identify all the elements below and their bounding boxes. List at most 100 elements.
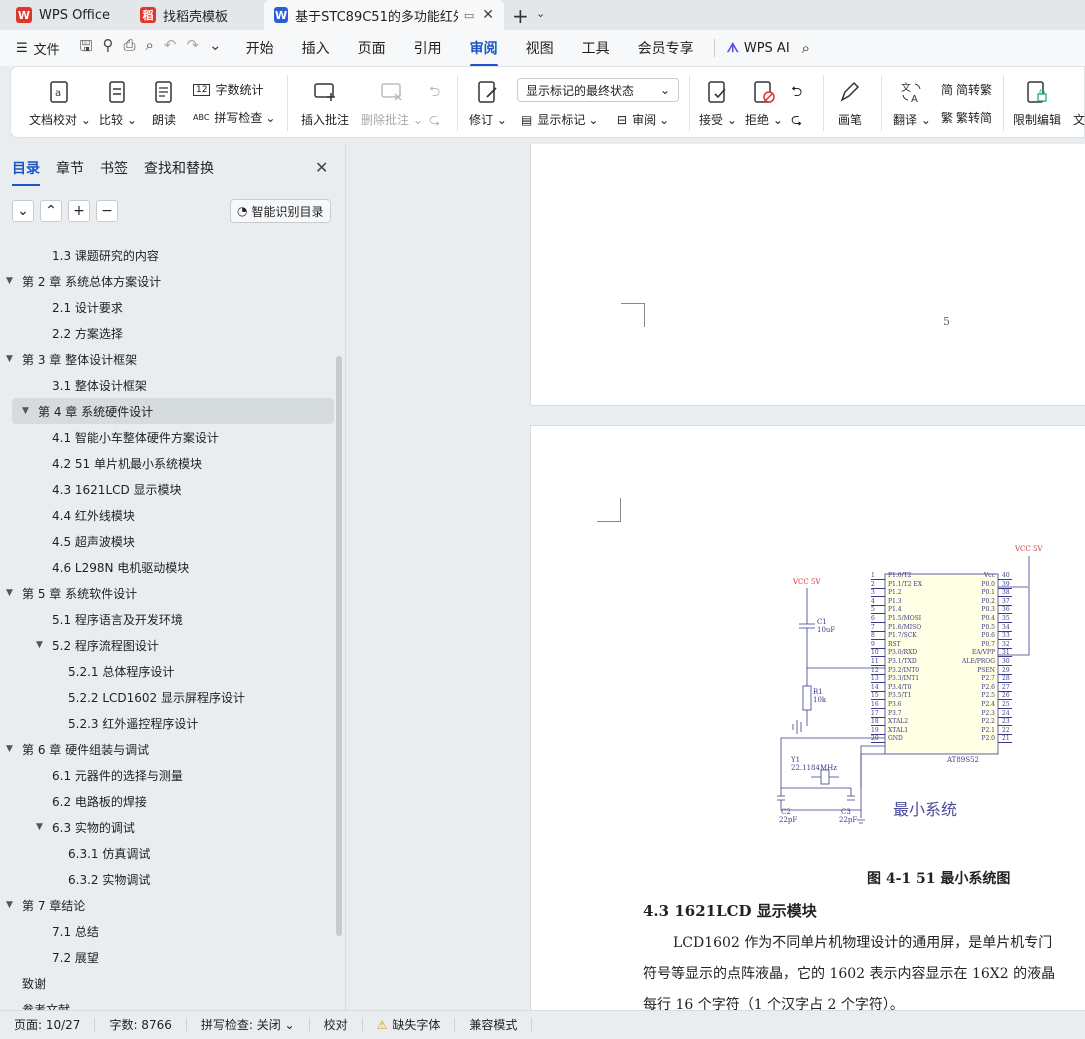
file-menu[interactable]: ☰ 文件 (0, 39, 70, 58)
menu-home[interactable]: 开始 (232, 38, 288, 58)
tab-document[interactable]: W 基于STC89C51的多功能红外遥 ▭ ✕ (264, 0, 504, 30)
accept-button[interactable]: 接受 ⌄ (699, 79, 737, 128)
page-indicator[interactable]: 页面: 10/27 (0, 1018, 96, 1032)
tab-wps-office[interactable]: W WPS Office (6, 0, 122, 30)
tab-find-replace[interactable]: 查找和替换 (144, 158, 214, 186)
trad-to-simp-button[interactable]: 繁 繁转简 (941, 109, 992, 126)
toc-item[interactable]: 7.2 展望 (0, 944, 99, 970)
expand-arrow-icon[interactable]: ▼ (6, 744, 16, 754)
collapse-down-button[interactable]: ⌄ (12, 200, 34, 222)
ribbon-more-label[interactable]: 文 (1073, 111, 1085, 128)
insert-comment-button[interactable]: 插入批注 (301, 79, 349, 128)
expand-arrow-icon[interactable]: ▼ (6, 588, 16, 598)
read-aloud-button[interactable]: 朗读 (151, 79, 177, 128)
missing-font-button[interactable]: ⚠ 缺失字体 (363, 1018, 456, 1032)
menu-page[interactable]: 页面 (344, 38, 400, 58)
spell-check-button[interactable]: ABC 拼写检查 ⌄ (193, 109, 275, 126)
toc-item[interactable]: 致谢 (0, 970, 46, 996)
toc-item[interactable]: 1.3 课题研究的内容 (0, 242, 159, 268)
expand-arrow-icon[interactable]: ▼ (36, 822, 46, 832)
spell-check-status[interactable]: 拼写检查: 关闭 ⌄ (187, 1018, 310, 1032)
menu-member[interactable]: 会员专享 (624, 38, 708, 58)
save-icon[interactable]: 🖫 (80, 36, 93, 61)
toc-item[interactable]: ▼ 6.3 实物的调试 (0, 814, 135, 840)
menu-tools[interactable]: 工具 (568, 38, 624, 58)
toc-item[interactable]: ▼ 第 4 章 系统硬件设计 (12, 398, 334, 424)
toc-item[interactable]: ▼ 第 6 章 硬件组装与调试 (0, 736, 149, 762)
toc-item[interactable]: 6.1 元器件的选择与测量 (0, 762, 183, 788)
translate-button[interactable]: 文A 翻译 ⌄ (893, 79, 931, 128)
prev-comment-icon[interactable]: ⮌ (429, 81, 440, 105)
next-comment-icon[interactable]: ⮎ (429, 109, 440, 133)
menu-review[interactable]: 审阅 (456, 38, 512, 67)
share-icon[interactable]: ⚲ (102, 36, 113, 61)
toc-item[interactable]: 4.6 L298N 电机驱动模块 (0, 554, 189, 580)
proof-button[interactable]: 校对 (310, 1018, 363, 1032)
toc-item[interactable]: ▼ 第 5 章 系统软件设计 (0, 580, 137, 606)
next-change-icon[interactable]: ⮎ (791, 109, 802, 133)
undo-icon[interactable]: ↶ (164, 36, 177, 61)
toc-item[interactable]: 4.3 1621LCD 显示模块 (0, 476, 182, 502)
prev-change-icon[interactable]: ⮌ (791, 81, 802, 105)
markup-state-select[interactable]: 显示标记的最终状态 ⌄ (517, 78, 679, 102)
expand-arrow-icon[interactable]: ▼ (6, 900, 16, 910)
toc-item[interactable]: ▼ 第 7 章结论 (0, 892, 85, 918)
tab-sections[interactable]: 章节 (56, 158, 84, 186)
toc-item[interactable]: 4.4 红外线模块 (0, 502, 135, 528)
add-heading-button[interactable]: + (68, 200, 90, 222)
toc-item[interactable]: ▼ 第 2 章 系统总体方案设计 (0, 268, 161, 294)
tab-bookmarks[interactable]: 书签 (100, 158, 128, 186)
delete-comment-button[interactable]: 删除批注 ⌄ (361, 79, 423, 128)
toc-item[interactable]: 5.2.1 总体程序设计 (0, 658, 174, 684)
smart-toc-button[interactable]: ◔ 智能识别目录 (230, 199, 331, 223)
toc-item[interactable]: 2.1 设计要求 (0, 294, 123, 320)
toc-item[interactable]: 5.1 程序语言及开发环境 (0, 606, 183, 632)
compare-button[interactable]: 比较 ⌄ (99, 79, 137, 128)
toc-item[interactable]: 4.1 智能小车整体硬件方案设计 (0, 424, 219, 450)
track-changes-button[interactable]: 修订 ⌄ (469, 79, 507, 128)
print-preview-icon[interactable]: ⌕ (145, 36, 153, 61)
remove-heading-button[interactable]: − (96, 200, 118, 222)
word-count-button[interactable]: 12 字数统计 (193, 81, 263, 98)
tab-toc[interactable]: 目录 (12, 158, 40, 186)
tab-template[interactable]: 稻 找稻壳模板 (130, 0, 258, 30)
expand-arrow-icon[interactable]: ▼ (36, 640, 46, 650)
toc-item[interactable]: ▼ 5.2 程序流程图设计 (0, 632, 159, 658)
toc-item[interactable]: 5.2.3 红外遥控程序设计 (0, 710, 198, 736)
sidebar-scrollbar[interactable] (336, 356, 342, 936)
restrict-edit-button[interactable]: 限制编辑 (1013, 79, 1061, 128)
reject-button[interactable]: 拒绝 ⌄ (745, 79, 783, 128)
toc-item[interactable]: 6.3.2 实物调试 (0, 866, 150, 892)
collapse-up-button[interactable]: ⌃ (40, 200, 62, 222)
print-icon[interactable]: ⎙ (123, 36, 135, 61)
tab-list-chevron-icon[interactable]: ⌄ (536, 7, 545, 20)
menu-view[interactable]: 视图 (512, 38, 568, 58)
toc-item[interactable]: 3.1 整体设计框架 (0, 372, 147, 398)
toc-item[interactable]: 6.2 电路板的焊接 (0, 788, 147, 814)
expand-arrow-icon[interactable]: ▼ (6, 354, 16, 364)
pen-button[interactable]: 画笔 (837, 79, 863, 128)
wps-ai-button[interactable]: ᗑ WPS AI (721, 41, 796, 56)
menu-insert[interactable]: 插入 (288, 38, 344, 58)
toc-item[interactable]: 6.3.1 仿真调试 (0, 840, 150, 866)
toc-item[interactable]: ▼ 第 3 章 整体设计框架 (0, 346, 137, 372)
show-markup-button[interactable]: ▤ 显示标记 ⌄ (521, 111, 598, 128)
expand-arrow-icon[interactable]: ▼ (6, 276, 16, 286)
redo-icon[interactable]: ↷ (186, 36, 199, 61)
doc-check-button[interactable]: a 文档校对 ⌄ (29, 79, 91, 128)
close-tab-icon[interactable]: ✕ (482, 7, 494, 23)
expand-arrow-icon[interactable]: ▼ (22, 406, 32, 416)
close-sidebar-icon[interactable]: ✕ (315, 158, 328, 177)
search-icon[interactable]: ⌕ (802, 39, 810, 57)
menu-references[interactable]: 引用 (400, 38, 456, 58)
restore-icon[interactable]: ▭ (464, 9, 474, 22)
toc-item[interactable]: 2.2 方案选择 (0, 320, 123, 346)
toc-item[interactable]: 4.5 超声波模块 (0, 528, 135, 554)
toc-item[interactable]: 5.2.2 LCD1602 显示屏程序设计 (0, 684, 245, 710)
toc-item[interactable]: 7.1 总结 (0, 918, 99, 944)
simp-to-trad-button[interactable]: 简 简转繁 (941, 81, 992, 98)
word-count-indicator[interactable]: 字数: 8766 (95, 1018, 187, 1032)
new-tab-icon[interactable]: + (512, 4, 529, 28)
more-chevron-icon[interactable]: ⌄ (209, 36, 222, 61)
toc-item[interactable]: 4.2 51 单片机最小系统模块 (0, 450, 202, 476)
